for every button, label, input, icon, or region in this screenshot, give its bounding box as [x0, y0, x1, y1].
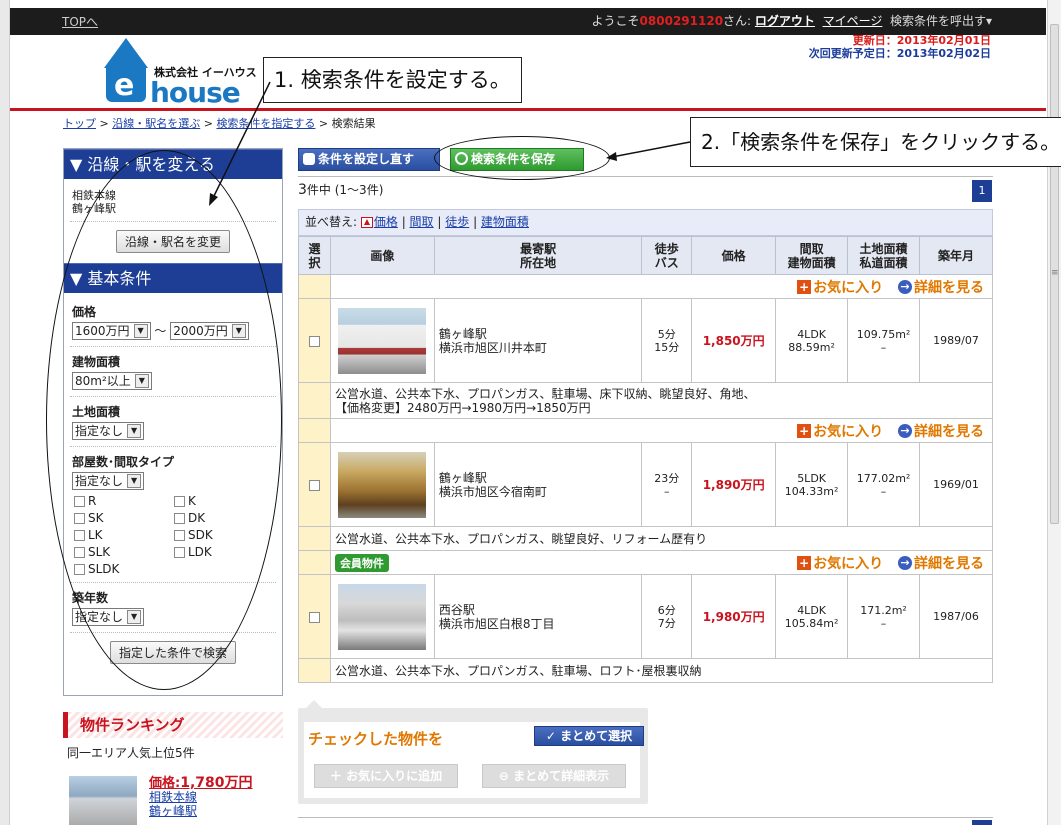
member-badge: 会員物件 [334, 553, 389, 572]
plus-icon: + [797, 423, 812, 438]
site-logo[interactable]: e 株式会社 イーハウス house [62, 38, 262, 109]
station: 鶴ヶ峰駅 [438, 326, 487, 341]
mypage-link[interactable]: マイページ [823, 14, 883, 28]
show-details-button[interactable]: ⊖ まとめて詳細表示 [482, 764, 626, 788]
row-checkbox[interactable] [308, 479, 320, 491]
col-land: 土地面積 私道面積 [847, 236, 920, 275]
reset-conditions-button[interactable]: 条件を設定し直す [298, 148, 440, 171]
price: 1,850万円 [691, 298, 777, 383]
row-checkbox[interactable] [308, 611, 320, 623]
row-features: 公営水道、公共本下水、プロパンガス、眺望良好、リフォーム歴有り [298, 526, 994, 551]
address: 横浜市旭区川井本町 [438, 340, 547, 355]
updated-date: 更新日：2013年02月01日 [852, 34, 991, 47]
ranking-photo[interactable] [69, 776, 137, 825]
ranking-station[interactable]: 鶴ヶ峰駅 [149, 802, 197, 819]
window-left-border [0, 0, 10, 825]
property-ranking: 物件ランキング 同一エリア人気上位5件 価格:1,780万円 相鉄本線 鶴ヶ峰駅 [63, 712, 283, 825]
sort-layout[interactable]: 間取 [410, 215, 434, 229]
reset-icon [303, 152, 315, 165]
breadcrumb-conditions[interactable]: 検索条件を指定する [216, 117, 315, 130]
row-features: 公営水道、公共本下水、プロパンガス、駐車場、ロフト･屋根裏収納 [298, 658, 994, 683]
sort-bar: 並べ替え: 価格 | 間取 | 徒歩 | 建物面積 [298, 209, 993, 236]
annotation-oval-sidebar [46, 150, 282, 690]
breadcrumb: トップ > 沿線・駅名を選ぶ > 検索条件を指定する > 検索結果 [63, 117, 376, 130]
ranking-subtitle: 同一エリア人気上位5件 [67, 746, 195, 760]
scrollbar-grip-icon: ≡ [1051, 268, 1059, 278]
col-station: 最寄駅 所在地 [433, 236, 643, 275]
col-walk: 徒歩 バス [641, 236, 693, 275]
favorite-button[interactable]: + お気に入り [797, 555, 883, 572]
property-photo[interactable] [338, 583, 427, 650]
sort-building-area[interactable]: 建物面積 [481, 215, 529, 229]
recall-conditions-menu[interactable]: 検索条件を呼出す▾ [890, 14, 992, 28]
breadcrumb-top[interactable]: トップ [63, 117, 96, 130]
row-actions: + お気に入り → 詳細を見る [298, 418, 994, 443]
price: 1,890万円 [691, 442, 777, 527]
add-favorites-button[interactable]: ＋ お気に入りに追加 [314, 764, 458, 788]
logout-link[interactable]: ログアウト [755, 14, 815, 28]
favorite-button[interactable]: + お気に入り [797, 279, 883, 296]
favorite-button[interactable]: + お気に入り [797, 423, 883, 440]
step2-callout: 2.「検索条件を保存」をクリックする。 [690, 117, 1061, 167]
top-navigation-bar: TOPへ ようこそ0800291120さん: ログアウト マイページ 検索条件を… [10, 8, 1046, 35]
detail-button[interactable]: → 詳細を見る [888, 555, 984, 572]
breadcrumb-current: 検索結果 [331, 117, 376, 130]
select-all-button[interactable]: ✓ まとめて選択 [534, 726, 644, 746]
top-link[interactable]: TOPへ [62, 13, 98, 30]
breadcrumb-line-station[interactable]: 沿線・駅名を選ぶ [112, 117, 200, 130]
welcome-area: ようこそ0800291120さん: ログアウト マイページ 検索条件を呼出す▾ [592, 12, 992, 29]
arrow-circle-icon: → [898, 423, 912, 438]
update-info: 更新日：2013年02月01日 次回更新予定日：2013年02月02日 [809, 34, 991, 60]
welcome-suffix: さん: [723, 14, 755, 28]
table-header: 選択 画像 最寄駅 所在地 徒歩 バス 価格 間取 建物面積 土地面積 私道面積 築年月 [298, 236, 993, 275]
col-select: 選択 [298, 236, 331, 275]
arrow-circle-icon: → [898, 555, 912, 570]
house-roof-icon [104, 38, 148, 68]
user-id: 0800291120 [639, 14, 724, 28]
table-row: 鶴ヶ峰駅 横浜市旭区川井本町 5分 15分 1,850万円 4LDK 88.59m² … [298, 298, 993, 383]
annotation-oval-save [434, 136, 610, 180]
property-photo[interactable] [338, 451, 427, 518]
bulk-action-panel: チェックした物件を ✓ まとめて選択 ＋ お気に入りに追加 ⊖ まとめて詳細表示 [298, 700, 648, 804]
next-update-date: 次回更新予定日：2013年02月02日 [808, 47, 991, 60]
col-image: 画像 [329, 236, 435, 275]
row-features: 公営水道、公共本下水、プロパンガス、駐車場、床下収納、眺望良好、角地、 【価格変更… [298, 382, 994, 419]
detail-button[interactable]: → 詳細を見る [888, 423, 984, 440]
plus-icon: + [797, 279, 812, 294]
step1-callout: 1. 検索条件を設定する。 [263, 57, 522, 103]
property-photo[interactable] [338, 307, 427, 374]
results-table: 選択 画像 最寄駅 所在地 徒歩 バス 価格 間取 建物面積 土地面積 私道面積 築年月… [298, 236, 994, 683]
logo-e: e [114, 68, 135, 103]
table-row: 西谷駅 横浜市旭区白根8丁目 6分 7分 1,980万円 4LDK 105.84m² … [298, 574, 993, 659]
col-built: 築年月 [919, 236, 993, 275]
page-number[interactable]: 1 [972, 180, 992, 202]
header-divider [10, 108, 1046, 111]
detail-button[interactable]: → 詳細を見る [888, 279, 984, 296]
logo-word: house [150, 76, 241, 109]
sort-up-icon [360, 217, 373, 228]
arrow-circle-icon: → [898, 279, 912, 294]
welcome-prefix: ようこそ [591, 14, 640, 28]
bulk-title: チェックした物件を [308, 730, 444, 748]
col-price: 価格 [691, 236, 777, 275]
ranking-title: 物件ランキング [63, 712, 283, 738]
page-number-bottom[interactable] [972, 820, 992, 825]
row-checkbox[interactable] [308, 335, 320, 347]
price: 1,980万円 [691, 574, 777, 659]
row-actions: + お気に入り → 詳細を見る [298, 274, 994, 299]
row-actions: 会員物件 + お気に入り → 詳細を見る [298, 550, 994, 575]
browser-page: ≡ TOPへ ようこそ0800291120さん: ログアウト マイページ 検索条… [0, 0, 1061, 825]
sort-price[interactable]: 価格 [374, 215, 398, 229]
plus-icon: + [797, 555, 812, 570]
col-layout: 間取 建物面積 [775, 236, 849, 275]
sort-walk[interactable]: 徒歩 [445, 215, 469, 229]
result-count: 3件中 (1〜3件) [298, 182, 384, 198]
table-row: 鶴ヶ峰駅 横浜市旭区今宿南町 23分 – 1,890万円 5LDK 104.33m² … [298, 442, 993, 527]
